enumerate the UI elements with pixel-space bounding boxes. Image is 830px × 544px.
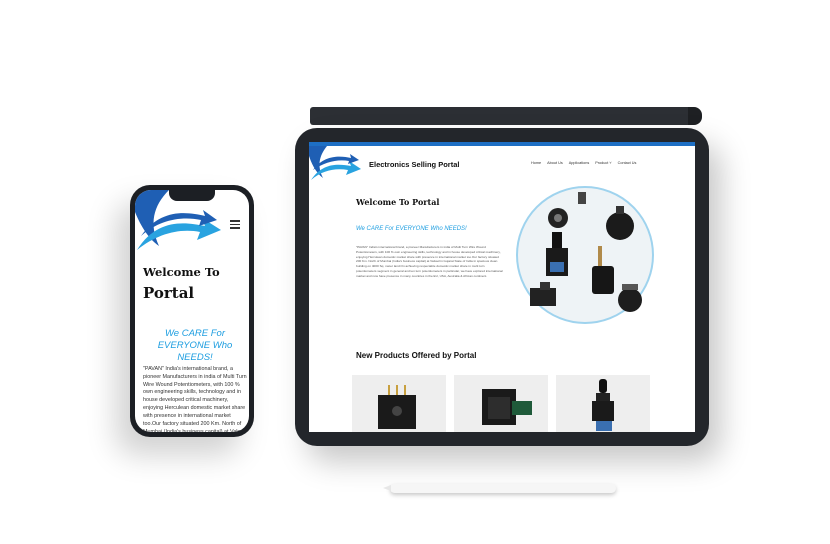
products-showcase-circle xyxy=(516,186,654,324)
brand-swoosh-logo xyxy=(309,146,361,180)
block-sensor-image xyxy=(482,389,532,425)
product-card[interactable] xyxy=(454,375,548,432)
site-brand-name[interactable]: Electronics Selling Portal xyxy=(369,160,459,169)
mobile-welcome-line1: Welcome To xyxy=(143,265,220,279)
mobile-welcome-heading: Welcome To Portal xyxy=(143,265,247,302)
tagline: We CARE For EVERYONE Who NEEDS! xyxy=(356,226,467,232)
chevron-down-icon: ˅ xyxy=(608,161,612,165)
nav-product[interactable]: Product ˅ xyxy=(595,161,611,165)
product-card[interactable] xyxy=(556,375,650,432)
main-navigation: Home About Us Applications Product ˅ Con… xyxy=(531,161,636,165)
tablet-screen: Electronics Selling Portal Home About Us… xyxy=(309,142,695,432)
hamburger-menu-icon[interactable] xyxy=(230,218,240,231)
mobile-device: Welcome To Portal We CARE For EVERYONE W… xyxy=(130,185,254,437)
mobile-screen: Welcome To Portal We CARE For EVERYONE W… xyxy=(135,190,249,432)
joystick-image xyxy=(592,379,614,431)
trimmer-potentiometer-image xyxy=(378,385,416,429)
new-products-heading: New Products Offered by Portal xyxy=(356,351,477,360)
mobile-welcome-line2: Portal xyxy=(143,283,195,302)
intro-paragraph: "PAVAN" India's international brand, a p… xyxy=(356,245,503,278)
nav-applications[interactable]: Applications xyxy=(569,161,589,165)
nav-contact-us[interactable]: Contact Us xyxy=(618,161,637,165)
phone-notch xyxy=(169,190,215,201)
mobile-intro-text: "PAVAN" India's international brand, a p… xyxy=(143,366,247,432)
nav-about-us[interactable]: About Us xyxy=(547,161,563,165)
mobile-tagline: We CARE For EVERYONE Who NEEDS! xyxy=(157,328,233,363)
stylus-pencil-top xyxy=(310,107,702,125)
tablet-device: Electronics Selling Portal Home About Us… xyxy=(295,128,709,446)
potentiometer-products-image xyxy=(530,192,642,312)
stylus-pencil xyxy=(383,484,616,493)
welcome-heading: Welcome To Portal xyxy=(356,197,440,207)
product-card[interactable] xyxy=(352,375,446,432)
nav-home[interactable]: Home xyxy=(531,161,541,165)
